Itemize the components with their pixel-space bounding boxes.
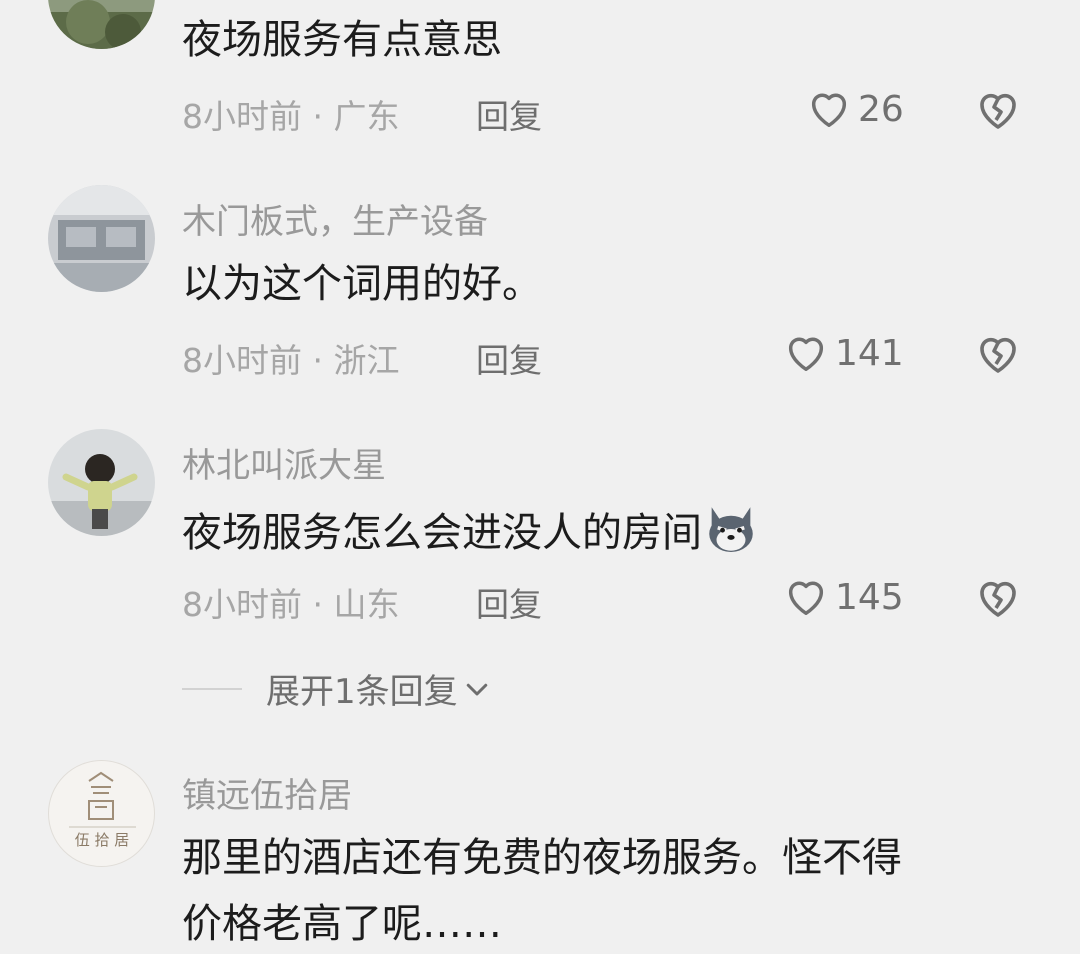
svg-text:伍 拾 居: 伍 拾 居 [75,831,130,849]
comment-text-content: 夜场服务怎么会进没人的房间 [182,510,702,556]
avatar[interactable]: 伍 拾 居 [48,760,155,867]
avatar[interactable] [48,0,155,49]
username[interactable]: 林北叫派大星 [182,438,386,487]
comment-meta: 8小时前 · 山东 [182,585,400,624]
expand-replies-button[interactable]: 展开1条回复 [182,664,492,713]
dislike-button[interactable] [974,574,1022,626]
comment-text: 夜场服务有点意思 [182,17,502,63]
expand-replies-label: 展开1条回复 [266,672,458,712]
dislike-button[interactable] [974,330,1022,382]
heart-outline-icon [788,581,824,616]
comment-text-line: 那里的酒店还有免费的夜场服务。怪不得 [182,835,902,881]
avatar[interactable] [48,429,155,536]
comment-text-line: 价格老高了呢…… [182,901,502,947]
like-button[interactable]: 26 [806,86,904,132]
broken-heart-icon [980,93,1016,129]
username[interactable]: 镇远伍拾居 [182,768,352,817]
like-button[interactable]: 145 [783,574,904,620]
heart-outline-icon [811,93,847,128]
chevron-down-icon [466,683,487,695]
reply-button[interactable]: 回复 [476,578,542,626]
reply-button[interactable]: 回复 [476,90,542,138]
comment-text: 夜场服务怎么会进没人的房间 [182,500,760,561]
broken-heart-icon [980,337,1016,373]
dislike-button[interactable] [974,86,1022,138]
like-count: 141 [835,332,904,374]
comment-meta: 8小时前 · 广东 [182,97,400,136]
husky-emoji [709,507,753,552]
comment-text: 以为这个词用的好。 [182,261,542,307]
avatar[interactable] [48,185,155,292]
like-count: 145 [835,576,904,618]
heart-outline-icon [788,337,824,372]
username[interactable]: 木门板式，生产设备 [182,194,488,243]
like-button[interactable]: 141 [783,330,904,376]
comment-meta: 8小时前 · 浙江 [182,341,400,380]
like-count: 26 [858,88,904,130]
reply-button[interactable]: 回复 [476,334,542,382]
broken-heart-icon [980,581,1016,617]
divider-line [182,687,242,690]
logo-avatar: 伍 拾 居 [69,771,136,849]
